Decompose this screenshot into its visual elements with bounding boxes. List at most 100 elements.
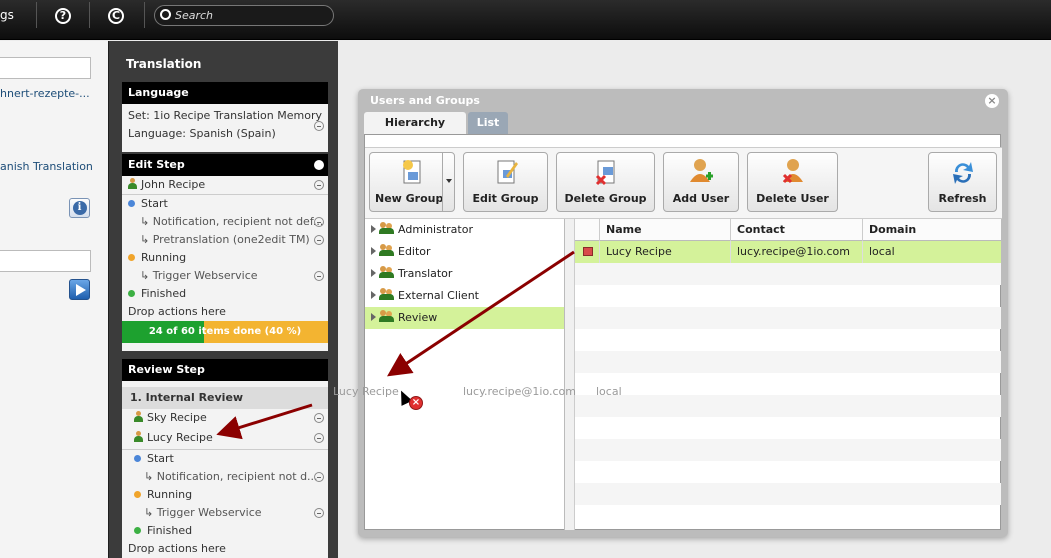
column-header-domain[interactable]: Domain [862, 219, 1001, 241]
user-icon [128, 178, 137, 189]
expand-arrow-icon[interactable] [371, 291, 376, 299]
reviewer-row[interactable]: Sky Recipe [122, 409, 328, 427]
action-row[interactable]: ↳ Trigger Webservice [122, 504, 328, 522]
drag-ghost-name: Lucy Recipe [333, 385, 399, 398]
panel-splitter[interactable] [565, 219, 575, 530]
refresh-button[interactable]: Refresh [928, 152, 997, 212]
edit-step-section: Edit Step John Recipe Start ↳ Notificati… [122, 154, 328, 351]
progress-text: 24 of 60 items done (40 %) [148, 326, 302, 337]
section-title: Edit Step [128, 158, 185, 171]
drop-zone[interactable]: Drop actions here [122, 303, 328, 321]
section-header: Language [122, 82, 328, 104]
expand-arrow-icon[interactable] [371, 269, 376, 277]
status-dot-icon [128, 290, 135, 297]
column-header-name[interactable]: Name [599, 219, 730, 241]
tree-node-review[interactable]: Review [365, 307, 564, 329]
expand-arrow-icon[interactable] [371, 313, 376, 321]
dialog-title: Users and Groups [370, 94, 480, 107]
question-circle-icon: ? [55, 8, 71, 24]
user-row-icon [583, 247, 593, 256]
remove-icon[interactable] [314, 235, 324, 245]
info-icon: i [72, 201, 87, 215]
action-row[interactable]: ↳ Pretranslation (one2edit TM) [122, 231, 328, 249]
edit-group-button[interactable]: Edit Group [463, 152, 548, 212]
status-dot-icon [134, 527, 141, 534]
action-row[interactable]: ↳ Notification, recipient not def... [122, 213, 328, 231]
action-label: Trigger Webservice [156, 506, 262, 519]
drop-zone[interactable]: Drop actions here [122, 540, 328, 558]
empty-row [575, 263, 1001, 285]
state-label: Start [147, 452, 174, 465]
state-start: Start [122, 450, 328, 468]
group-icon [379, 266, 395, 278]
close-icon[interactable]: × [985, 94, 999, 108]
document-link[interactable]: hnert-rezepte-... [0, 87, 90, 100]
expand-arrow-icon[interactable] [371, 247, 376, 255]
review-substep-header[interactable]: 1. Internal Review [122, 387, 328, 409]
play-button[interactable] [69, 279, 90, 300]
add-user-button[interactable]: Add User [663, 152, 739, 212]
remove-icon[interactable] [314, 433, 324, 443]
search-icon [160, 9, 171, 20]
remove-icon[interactable] [314, 271, 324, 281]
assignee-row[interactable]: John Recipe [122, 176, 328, 194]
search-placeholder: Search [175, 9, 214, 22]
tab-list[interactable]: List [468, 112, 508, 134]
search-input[interactable]: Search [154, 5, 334, 26]
tab-hierarchy[interactable]: Hierarchy [364, 112, 466, 134]
help-button[interactable]: ? [55, 0, 71, 30]
dropdown-arrow-icon[interactable] [442, 153, 454, 211]
remove-icon[interactable] [314, 180, 324, 190]
text-field[interactable] [0, 57, 91, 79]
reviewer-name: Lucy Recipe [147, 431, 213, 444]
tree-node-label: External Client [398, 289, 479, 302]
substep-label: 1. Internal Review [130, 391, 244, 404]
copyright-button[interactable]: C [108, 0, 124, 30]
state-finished: Finished [122, 285, 328, 303]
remove-icon[interactable] [314, 413, 324, 423]
empty-row [575, 373, 1001, 395]
remove-icon[interactable] [314, 472, 324, 482]
remove-icon[interactable] [314, 217, 324, 227]
dialog-content: New Group Edit Group Delete Group Add Us… [364, 134, 1002, 530]
workflow-link[interactable]: anish Translation [0, 160, 93, 173]
action-row[interactable]: ↳ Notification, recipient not d... [122, 468, 328, 486]
settings-menu[interactable]: gs [0, 0, 14, 30]
button-label: Delete Group [564, 192, 647, 205]
tree-node-editor[interactable]: Editor [365, 241, 564, 263]
text-field[interactable] [0, 250, 91, 272]
group-tree: Administrator Editor Translator External… [365, 219, 565, 530]
status-dot-icon [128, 200, 135, 207]
column-header-contact[interactable]: Contact [730, 219, 862, 241]
action-row[interactable]: ↳ Trigger Webservice [122, 267, 328, 285]
table-row[interactable]: Lucy Recipe lucy.recipe@1io.com local [575, 241, 1001, 263]
collapse-icon[interactable] [314, 121, 324, 131]
expand-arrow-icon[interactable] [371, 225, 376, 233]
top-toolbar: gs ? C Search [0, 0, 1051, 40]
divider [89, 2, 90, 28]
reviewer-row[interactable]: Lucy Recipe [122, 427, 328, 449]
state-label: Start [141, 197, 168, 210]
tree-node-external-client[interactable]: External Client [365, 285, 564, 307]
remove-icon[interactable] [314, 508, 324, 518]
empty-row [575, 329, 1001, 351]
cell-name: Lucy Recipe [599, 241, 730, 263]
copyright-circle-icon: C [108, 8, 124, 24]
new-group-button[interactable]: New Group [369, 152, 455, 212]
divider [144, 2, 145, 28]
tree-node-translator[interactable]: Translator [365, 263, 564, 285]
chevron-down-icon[interactable] [314, 160, 324, 170]
users-groups-dialog: Users and Groups × Hierarchy List New Gr… [358, 89, 1008, 537]
tree-node-administrator[interactable]: Administrator [365, 219, 564, 241]
info-button[interactable]: i [69, 198, 90, 218]
drag-ghost-contact: lucy.recipe@1io.com [463, 385, 576, 398]
state-label: Running [147, 488, 193, 501]
empty-row [575, 285, 1001, 307]
empty-row [575, 307, 1001, 329]
empty-row [575, 439, 1001, 461]
status-dot-icon [134, 455, 141, 462]
button-label: Add User [672, 192, 730, 205]
delete-user-button[interactable]: Delete User [747, 152, 838, 212]
delete-group-button[interactable]: Delete Group [556, 152, 655, 212]
action-label: Trigger Webservice [152, 269, 258, 282]
